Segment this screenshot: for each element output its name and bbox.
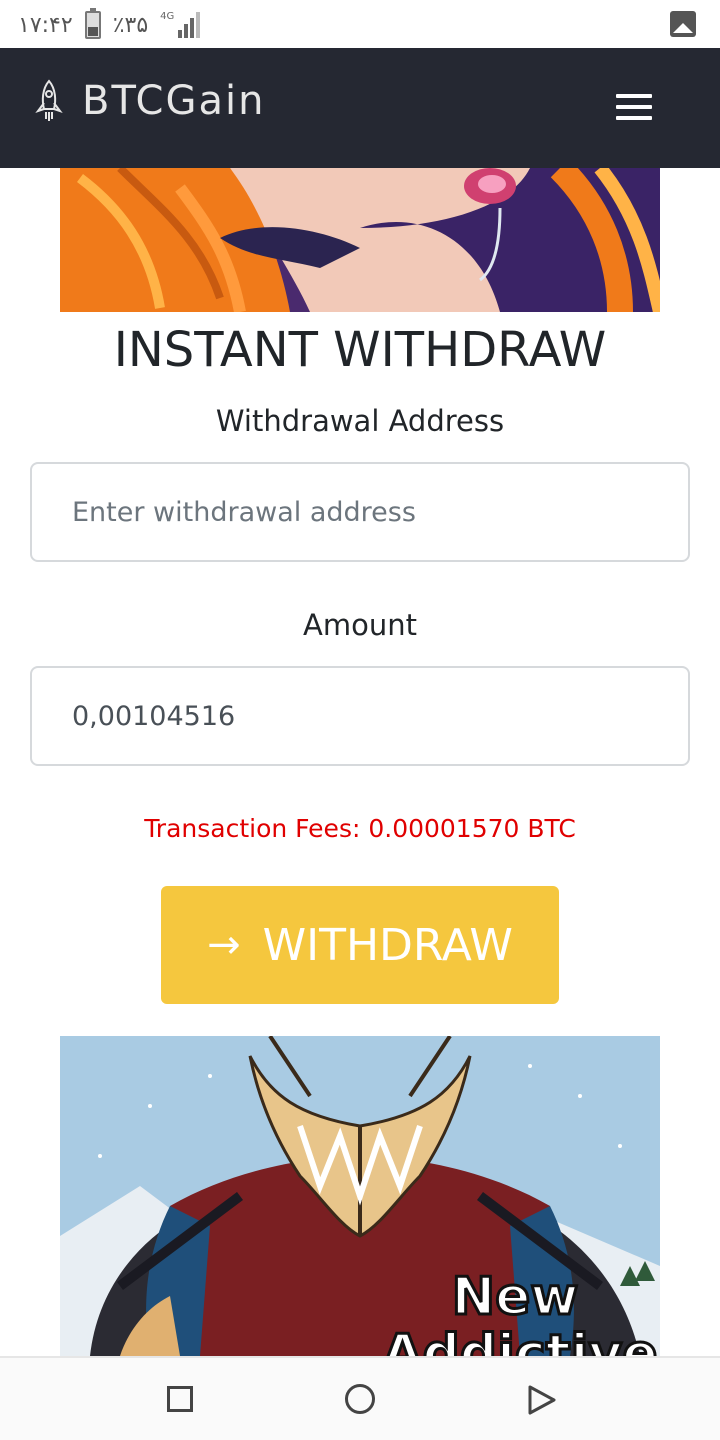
- withdraw-button-label: WITHDRAW: [262, 919, 513, 971]
- ad-caption-line1: New: [452, 1267, 579, 1327]
- gallery-icon: [670, 11, 696, 37]
- battery-level: ٪۳۵: [112, 12, 149, 38]
- clock: ۱۷:۴۲: [18, 12, 73, 38]
- arrow-right-icon: →: [207, 922, 241, 968]
- ad-caption-line2: Addictive: [382, 1324, 657, 1356]
- withdrawal-address-label: Withdrawal Address: [215, 404, 505, 438]
- recent-apps-icon[interactable]: [167, 1386, 193, 1412]
- top-ad-banner[interactable]: [60, 168, 660, 312]
- withdrawal-address-input[interactable]: [30, 462, 690, 562]
- brand-name: BTCGain: [82, 78, 266, 124]
- signal-icon: 4G: [160, 11, 201, 38]
- ad-illustration: [60, 168, 660, 312]
- status-bar: ۱۷:۴۲ ٪۳۵ 4G: [0, 0, 720, 48]
- ad-illustration-monster: New Addictive: [60, 1036, 660, 1356]
- network-type: 4G: [160, 11, 175, 22]
- home-icon[interactable]: [345, 1384, 375, 1414]
- page-title: INSTANT WITHDRAW: [113, 322, 607, 378]
- hamburger-menu-icon[interactable]: [616, 94, 652, 120]
- status-left: ۱۷:۴۲ ٪۳۵ 4G: [18, 8, 201, 40]
- amount-label: Amount: [303, 608, 417, 642]
- amount-input[interactable]: [30, 666, 690, 766]
- navbar: BTCGain: [0, 48, 720, 168]
- withdraw-button[interactable]: → WITHDRAW: [161, 886, 559, 1004]
- transaction-fees-text: Transaction Fees: 0.00001570 BTC: [144, 814, 576, 843]
- brand[interactable]: BTCGain: [34, 78, 265, 124]
- rocket-icon: [35, 79, 63, 121]
- system-nav-bar: [0, 1356, 720, 1440]
- battery-icon: [84, 8, 101, 39]
- bottom-ad-banner[interactable]: New Addictive: [60, 1036, 660, 1356]
- back-icon[interactable]: [527, 1384, 557, 1416]
